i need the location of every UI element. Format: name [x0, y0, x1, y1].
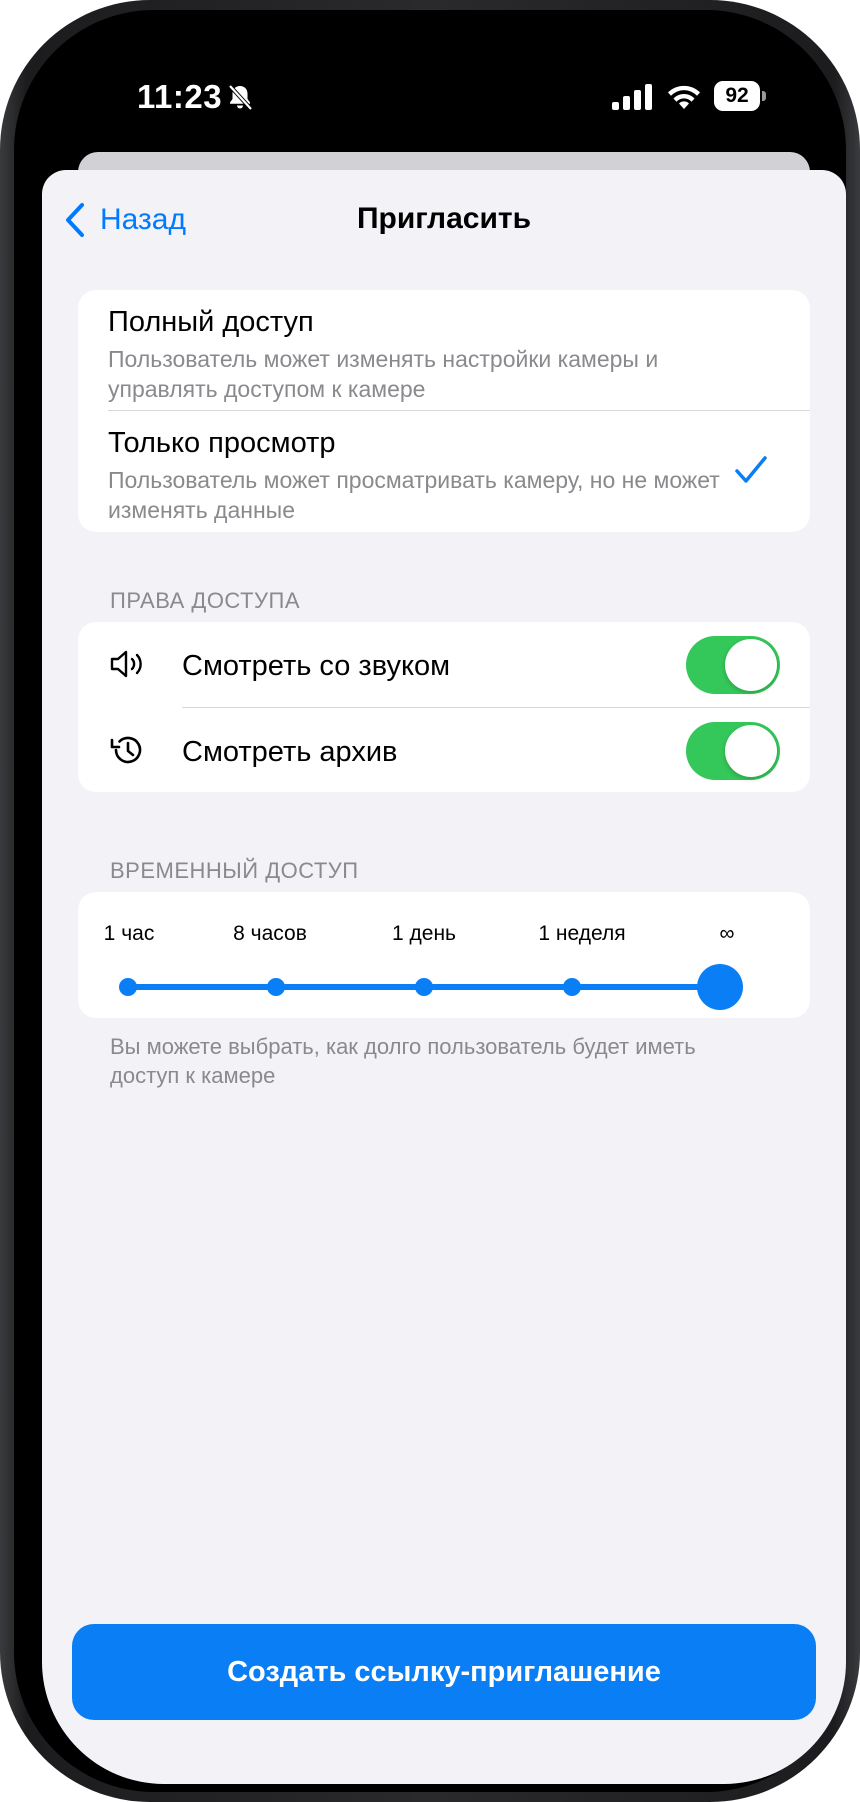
checkmark-icon: [735, 456, 767, 483]
temporary-access-header: ВРЕМЕННЫЙ ДОСТУП: [110, 858, 359, 883]
navigation-bar: Назад Пригласить: [42, 170, 846, 266]
access-option-full[interactable]: Полный доступ Пользователь может изменят…: [78, 290, 810, 410]
wifi-icon: [668, 85, 700, 109]
toggle-knob: [725, 725, 777, 777]
history-icon: [110, 736, 142, 764]
duration-slider-stop[interactable]: [267, 978, 285, 996]
bell-slash-icon: [228, 84, 253, 111]
access-option-description: Пользователь может изменять настройки ка…: [108, 346, 659, 402]
speaker-icon: [110, 650, 142, 678]
cellular-signal-icon: [612, 84, 652, 110]
access-level-card: Полный доступ Пользователь может изменят…: [78, 290, 810, 532]
status-time: 11:23: [137, 78, 223, 115]
battery-icon: 92: [714, 81, 766, 111]
duration-stop-label: 1 час: [103, 922, 155, 945]
divider: [182, 707, 810, 708]
duration-card: 1 час 8 часов 1 день 1 неделя ∞: [78, 892, 810, 1018]
duration-stop-label: 8 часов: [233, 922, 307, 945]
temporary-access-footnote: Вы можете выбрать, как долго пользовател…: [110, 1034, 696, 1088]
phone-bezel: 11:23 92 Назад Пригласить Полный доступ …: [14, 10, 846, 1792]
status-bar: 11:23 92: [42, 38, 846, 158]
duration-stop-label: ∞: [719, 922, 735, 945]
permission-label: Смотреть со звуком: [182, 650, 451, 682]
phone-frame: 11:23 92 Назад Пригласить Полный доступ …: [0, 0, 860, 1802]
page-title: Пригласить: [356, 202, 532, 235]
battery-percent: 92: [725, 84, 749, 107]
permission-label: Смотреть архив: [182, 736, 398, 768]
duration-slider-stop[interactable]: [119, 978, 137, 996]
duration-slider-thumb[interactable]: [697, 964, 743, 1010]
duration-slider-stop[interactable]: [415, 978, 433, 996]
duration-stop-label: 1 день: [392, 922, 456, 945]
permissions-card: Смотреть со звуком Смотреть архив: [78, 622, 810, 792]
phone-screen: 11:23 92 Назад Пригласить Полный доступ …: [42, 38, 846, 1784]
duration-stop-label: 1 неделя: [538, 922, 626, 945]
access-option-title: Только просмотр: [108, 427, 336, 459]
battery-nub: [762, 91, 766, 101]
permissions-header: ПРАВА ДОСТУПА: [110, 588, 300, 613]
access-option-description: Пользователь может просматривать камеру,…: [108, 467, 720, 523]
duration-slider-stop[interactable]: [563, 978, 581, 996]
create-invite-link-button[interactable]: Создать ссылку-приглашение: [72, 1624, 816, 1720]
toggle-knob: [725, 639, 777, 691]
access-option-title: Полный доступ: [108, 306, 314, 338]
archive-toggle[interactable]: [686, 722, 780, 780]
access-option-view-only[interactable]: Только просмотр Пользователь может просм…: [78, 411, 810, 532]
sound-toggle[interactable]: [686, 636, 780, 694]
invite-sheet: Назад Пригласить Полный доступ Пользоват…: [42, 170, 846, 1784]
